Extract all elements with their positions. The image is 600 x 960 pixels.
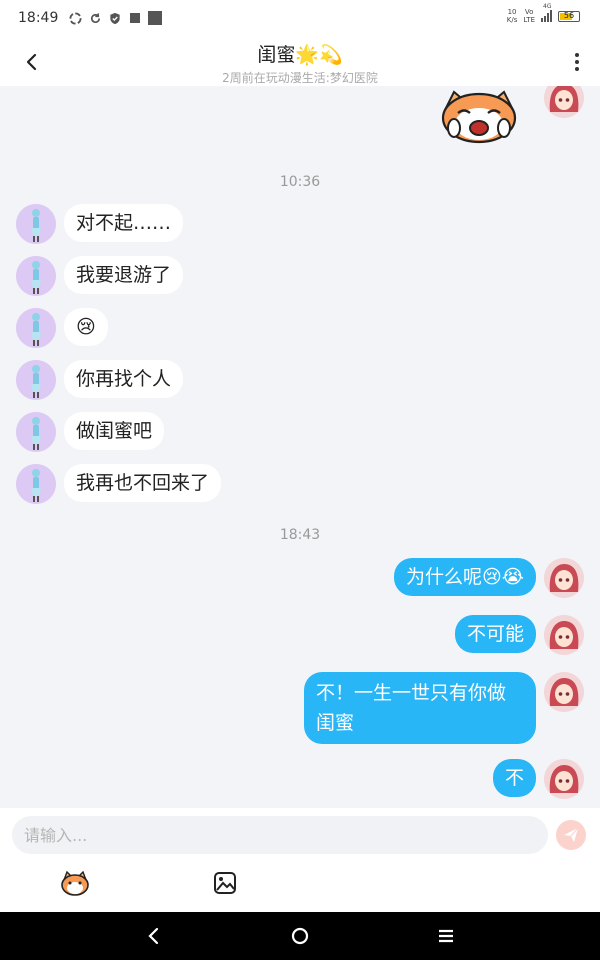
square-notification-icon-2 xyxy=(148,11,163,25)
message-input[interactable] xyxy=(12,816,548,854)
message-row-outgoing: 不可能 xyxy=(454,615,584,655)
avatar[interactable] xyxy=(544,86,584,118)
avatar[interactable] xyxy=(16,256,56,296)
refresh-icon xyxy=(88,11,102,25)
avatar[interactable] xyxy=(544,672,584,712)
message-bubble[interactable]: 对不起…… xyxy=(64,204,184,242)
network-type: 4G xyxy=(543,3,552,10)
avatar[interactable] xyxy=(16,360,56,400)
status-notification-icons xyxy=(68,11,163,25)
message-composer xyxy=(0,808,600,912)
nav-home-button[interactable] xyxy=(286,922,314,950)
message-row-incoming: 做闺蜜吧 xyxy=(16,412,165,452)
more-vertical-icon xyxy=(575,53,579,57)
avatar[interactable] xyxy=(544,759,584,799)
status-right-icons: 10 K/s Vo LTE 4G 56 xyxy=(507,3,580,24)
timestamp: 18:43 xyxy=(279,527,321,543)
sticker-icon xyxy=(61,870,89,896)
chat-messages[interactable]: 10:36 对不起…… 我要退游了 😢 你再找个人 做闺蜜吧 我再也不回来了 1… xyxy=(0,86,600,808)
signal-icon: 4G xyxy=(541,3,552,22)
image-button[interactable] xyxy=(210,868,240,898)
avatar[interactable] xyxy=(16,204,56,244)
message-row-incoming: 😢 xyxy=(16,308,108,348)
volte-indicator: Vo LTE xyxy=(523,8,535,24)
volte-bottom: LTE xyxy=(523,16,535,24)
message-bubble[interactable]: 我要退游了 xyxy=(64,256,184,294)
net-speed-unit: K/s xyxy=(506,16,518,24)
square-notification-icon xyxy=(128,11,142,25)
status-bar: 18:49 10 K/s Vo LTE 4G 56 xyxy=(0,0,600,36)
message-bubble[interactable]: 我再也不回来了 xyxy=(64,464,222,502)
shield-icon xyxy=(108,11,122,25)
net-speed: 10 K/s xyxy=(507,8,518,24)
chat-title: 闺蜜🌟💫 xyxy=(257,44,343,66)
sticker-message[interactable] xyxy=(438,86,520,144)
message-row-outgoing: 不！一生一世只有你做闺蜜 xyxy=(304,672,584,744)
more-options-button[interactable] xyxy=(568,48,586,76)
message-row-outgoing: 不 xyxy=(492,759,584,799)
battery-icon: 56 xyxy=(558,10,580,22)
volte-top: Vo xyxy=(524,8,534,16)
nav-home-icon xyxy=(291,927,309,945)
message-bubble[interactable]: 😢 xyxy=(64,308,108,346)
net-speed-value: 10 xyxy=(507,8,517,16)
chat-header: 闺蜜🌟💫 2周前在玩动漫生活:梦幻医院 xyxy=(0,36,600,86)
chat-title-block: 闺蜜🌟💫 2周前在玩动漫生活:梦幻医院 xyxy=(0,40,600,86)
message-row-incoming: 对不起…… xyxy=(16,204,184,244)
nav-menu-icon xyxy=(439,929,453,943)
avatar[interactable] xyxy=(16,464,56,504)
message-bubble[interactable]: 不 xyxy=(492,759,536,797)
message-bubble[interactable]: 为什么呢😢😭 xyxy=(393,558,536,596)
message-row-outgoing-partial xyxy=(544,86,584,118)
status-time: 18:49 xyxy=(18,10,59,26)
system-navigation-bar xyxy=(0,912,600,960)
message-row-incoming: 我要退游了 xyxy=(16,256,184,296)
sticker-button[interactable] xyxy=(60,868,90,898)
message-bubble[interactable]: 做闺蜜吧 xyxy=(64,412,165,450)
battery-level: 56 xyxy=(563,11,575,20)
avatar[interactable] xyxy=(16,412,56,452)
nav-menu-button[interactable] xyxy=(432,922,460,950)
message-bubble[interactable]: 不可能 xyxy=(454,615,536,653)
send-button[interactable] xyxy=(556,820,586,850)
message-bubble[interactable]: 不！一生一世只有你做闺蜜 xyxy=(304,672,536,744)
image-icon xyxy=(214,872,236,894)
nav-back-icon xyxy=(148,927,159,945)
message-row-incoming: 你再找个人 xyxy=(16,360,184,400)
avatar[interactable] xyxy=(544,558,584,598)
avatar[interactable] xyxy=(16,308,56,348)
nav-back-button[interactable] xyxy=(140,922,168,950)
send-icon xyxy=(564,827,579,842)
message-row-incoming: 我再也不回来了 xyxy=(16,464,222,504)
timestamp: 10:36 xyxy=(279,174,321,190)
avatar[interactable] xyxy=(544,615,584,655)
message-bubble[interactable]: 你再找个人 xyxy=(64,360,184,398)
chat-subtitle: 2周前在玩动漫生活:梦幻医院 xyxy=(222,71,378,85)
sync-icon xyxy=(68,11,82,25)
message-row-outgoing: 为什么呢😢😭 xyxy=(393,558,584,598)
crying-cat-sticker-icon xyxy=(441,90,517,144)
